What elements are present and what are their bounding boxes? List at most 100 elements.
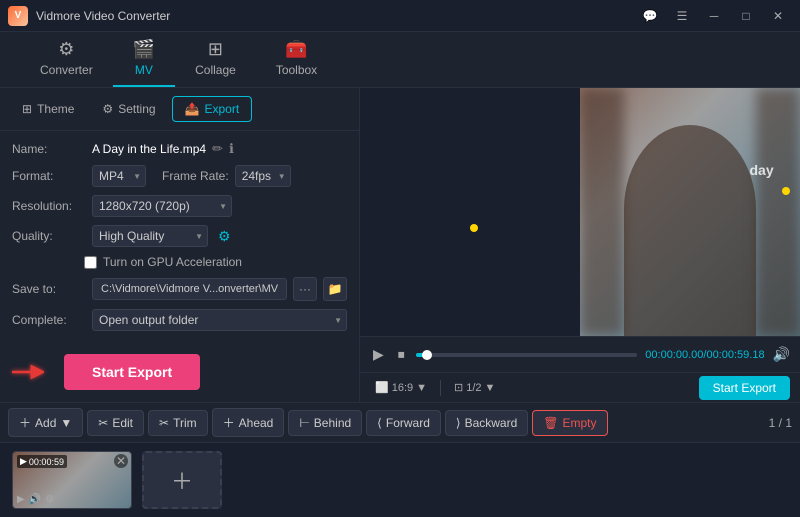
bottom-toolbar: ＋ Add ▼ ✂ Edit ✂ Trim ＋ Ahead ⊢ Behind ⟨… [0,402,800,442]
trim-button[interactable]: ✂ Trim [148,410,208,436]
edit-label: Edit [112,416,133,430]
resolution-label: Resolution: [12,199,84,213]
format-row: Format: MP4MOVAVIMKV Frame Rate: 24fps25… [12,165,347,187]
aspect-ratio-btn[interactable]: ⬜ 16:9 ▼ [370,379,432,396]
empty-label: Empty [562,416,596,430]
collage-icon: ⊞ [208,39,223,60]
ahead-label: Ahead [239,416,274,430]
resolution-select[interactable]: 1280x720 (720p)1920x1080 (1080p) [92,195,232,217]
saveto-folder-btn[interactable]: 📁 [323,277,347,301]
ahead-button[interactable]: ＋ Ahead [212,408,285,437]
close-button[interactable]: ✕ [764,6,792,26]
format-control: MP4MOVAVIMKV Frame Rate: 24fps25fps30fps… [92,165,347,187]
empty-icon: 🗑 [543,416,558,430]
quality-select-wrap: High QualityStandard QualityLow Quality [92,225,208,247]
start-export-small-button[interactable]: Start Export [699,376,790,400]
clip-time-badge: ▶ 00:00:59 [17,455,67,468]
clip-effect-icon: ⚙ [45,494,54,505]
trim-icon: ✂ [159,416,169,430]
clip-icons: ▶ 🔊 ⚙ [17,494,54,505]
add-button[interactable]: ＋ Add ▼ [8,408,83,437]
backward-icon: ⟩ [456,416,461,430]
saveto-more-btn[interactable]: ··· [293,277,317,301]
volume-icon[interactable]: 🔊 [773,346,790,363]
quality-gear-icon[interactable]: ⚙ [218,228,231,245]
add-clip-button[interactable]: ＋ [142,451,222,509]
format-select[interactable]: MP4MOVAVIMKV [92,165,146,187]
nav-mv-label: MV [135,63,153,77]
empty-button[interactable]: 🗑 Empty [532,410,607,436]
toolbox-icon: 🧰 [285,39,307,60]
video-text-overlay: day [749,162,773,178]
format-label: Format: [12,169,84,183]
menu-icon[interactable]: ☰ [668,6,696,26]
start-export-area: Start Export [0,342,359,402]
video-thumbnail: day [580,88,800,336]
framerate-select[interactable]: 24fps25fps30fps60fps [235,165,291,187]
window-controls: 💬 ☰ ─ □ ✕ [636,6,792,26]
page-indicator: 1 / 1 [769,416,792,430]
clip-video-icon: ▶ [20,456,27,467]
tab-export[interactable]: 📤 Export [172,96,253,122]
behind-button[interactable]: ⊢ Behind [288,410,362,436]
name-row: Name: A Day in the Life.mp4 ✏ ℹ [12,141,347,157]
sub-tabs: ⊞ Theme ⚙ Setting 📤 Export [0,88,359,131]
tab-setting-label: Setting [118,102,155,116]
aspect-icon: ⬜ [375,381,389,394]
resolution-row: Resolution: 1280x720 (720p)1920x1080 (10… [12,195,347,217]
edit-icon[interactable]: ✏ [212,141,223,157]
forward-button[interactable]: ⟨ Forward [366,410,441,436]
complete-select[interactable]: Open output folderDo nothingShut down [92,309,347,331]
start-export-button[interactable]: Start Export [64,354,200,390]
controls-row2: ⬜ 16:9 ▼ ⊡ 1/2 ▼ Start Export [360,372,800,402]
app-logo: V [8,6,28,26]
nav-mv[interactable]: 🎬 MV [113,31,175,87]
gpu-label[interactable]: Turn on GPU Acceleration [103,255,242,269]
app-title: Vidmore Video Converter [36,9,636,23]
nav-toolbox[interactable]: 🧰 Toolbox [256,31,337,87]
aspect-dropdown-icon: ▼ [416,382,427,394]
progress-bar[interactable] [416,353,638,357]
clip-play-icon: ▶ [17,494,25,505]
converter-icon: ⚙ [58,39,74,60]
clip-close-btn[interactable]: ✕ [114,454,128,468]
info-icon[interactable]: ℹ [229,141,234,157]
nav-toolbox-label: Toolbox [276,63,317,77]
saveto-row: Save to: ··· 📁 [12,277,347,301]
video-controls: ▶ ⏹ 00:00:00.00/00:00:59.18 🔊 [360,336,800,372]
quality-btn[interactable]: ⊡ 1/2 ▼ [449,379,500,396]
backward-button[interactable]: ⟩ Backward [445,410,528,436]
nav-collage[interactable]: ⊞ Collage [175,31,256,87]
red-arrow-indicator [12,362,44,382]
export-icon: 📤 [185,102,200,116]
quality-row: Quality: High QualityStandard QualityLow… [12,225,347,247]
progress-handle[interactable] [422,350,432,360]
tab-setting[interactable]: ⚙ Setting [90,97,167,121]
timeline-clip-0[interactable]: ▶ 00:00:59 ✕ ▶ 🔊 ⚙ [12,451,132,509]
time-display: 00:00:00.00/00:00:59.18 [645,349,764,361]
minimize-button[interactable]: ─ [700,6,728,26]
forward-label: Forward [386,416,430,430]
edit-button[interactable]: ✂ Edit [87,410,144,436]
play-button[interactable]: ▶ [370,343,387,366]
name-value: A Day in the Life.mp4 [92,142,206,156]
maximize-button[interactable]: □ [732,6,760,26]
video-preview: day [360,88,800,336]
ahead-icon: ＋ [223,414,235,431]
quality-select[interactable]: High QualityStandard QualityLow Quality [92,225,208,247]
tab-theme[interactable]: ⊞ Theme [10,97,86,121]
saveto-input[interactable] [92,278,287,300]
backward-label: Backward [465,416,518,430]
right-panel: day ▶ ⏹ 00:00:00.00/00:00:59.18 🔊 ⬜ 16:9… [360,88,800,402]
quality-label: Quality: [12,229,84,243]
gpu-checkbox[interactable] [84,256,97,269]
marker-dot-left [470,224,478,232]
blur-left [580,88,624,336]
resolution-control: 1280x720 (720p)1920x1080 (1080p) [92,195,347,217]
nav-converter-label: Converter [40,63,93,77]
behind-label: Behind [314,416,351,430]
resolution-select-wrap: 1280x720 (720p)1920x1080 (1080p) [92,195,232,217]
chat-icon[interactable]: 💬 [636,6,664,26]
stop-button[interactable]: ⏹ [395,343,408,366]
nav-converter[interactable]: ⚙ Converter [20,31,113,87]
